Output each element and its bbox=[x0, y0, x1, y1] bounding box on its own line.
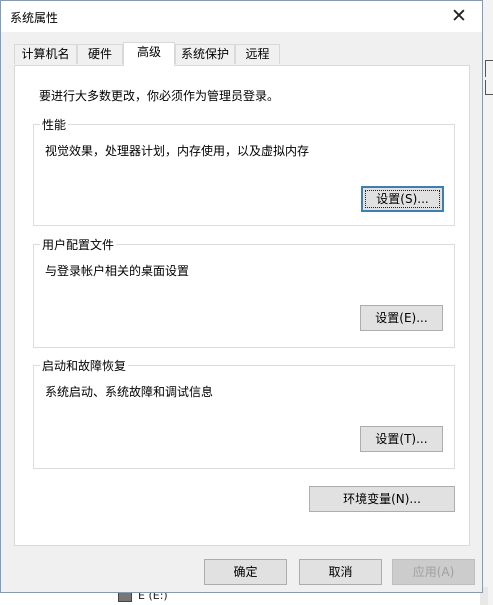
performance-group-title: 性能 bbox=[40, 116, 69, 133]
startup-recovery-description: 系统启动、系统故障和调试信息 bbox=[45, 385, 214, 399]
startup-recovery-settings-button[interactable]: 设置(T)... bbox=[360, 426, 443, 452]
user-profiles-settings-button[interactable]: 设置(E)... bbox=[360, 305, 443, 331]
environment-variables-button[interactable]: 环境变量(N)... bbox=[309, 486, 455, 512]
performance-settings-button[interactable]: 设置(S)... bbox=[361, 186, 444, 212]
startup-recovery-group-title: 启动和故障恢复 bbox=[40, 357, 129, 374]
system-properties-dialog: 系统属性 ✕ 计算机名 硬件 高级 系统保护 远程 要进行大多数更改，你必须作为… bbox=[0, 0, 483, 593]
startup-recovery-group: 启动和故障恢复 系统启动、系统故障和调试信息 设置(T)... bbox=[33, 357, 455, 469]
window-title: 系统属性 bbox=[10, 11, 59, 25]
tab-hardware[interactable]: 硬件 bbox=[77, 44, 123, 64]
background-glyph bbox=[485, 60, 493, 77]
user-profiles-group-title: 用户配置文件 bbox=[40, 236, 117, 253]
drive-icon bbox=[118, 592, 132, 602]
background-glyph bbox=[485, 80, 493, 95]
tab-advanced[interactable]: 高级 bbox=[123, 42, 175, 66]
admin-notice: 要进行大多数更改，你必须作为管理员登录。 bbox=[39, 89, 280, 103]
title-bar[interactable]: 系统属性 ✕ bbox=[1, 1, 482, 32]
background-window-edge bbox=[483, 0, 493, 605]
advanced-tab-panel: 要进行大多数更改，你必须作为管理员登录。 性能 视觉效果，处理器计划，内存使用，… bbox=[14, 65, 470, 546]
tab-remote[interactable]: 远程 bbox=[235, 44, 280, 64]
performance-group: 性能 视觉效果，处理器计划，内存使用，以及虚拟内存 设置(S)... bbox=[33, 116, 455, 226]
cancel-button[interactable]: 取消 bbox=[299, 559, 382, 585]
performance-description: 视觉效果，处理器计划，内存使用，以及虚拟内存 bbox=[45, 144, 310, 158]
tab-system-protection[interactable]: 系统保护 bbox=[175, 44, 235, 64]
user-profiles-description: 与登录帐户相关的桌面设置 bbox=[45, 264, 190, 278]
ok-button[interactable]: 确定 bbox=[204, 559, 287, 585]
tab-computer-name[interactable]: 计算机名 bbox=[14, 44, 77, 64]
user-profiles-group: 用户配置文件 与登录帐户相关的桌面设置 设置(E)... bbox=[33, 236, 455, 348]
close-icon[interactable]: ✕ bbox=[436, 1, 482, 32]
apply-button[interactable]: 应用(A) bbox=[392, 559, 475, 585]
